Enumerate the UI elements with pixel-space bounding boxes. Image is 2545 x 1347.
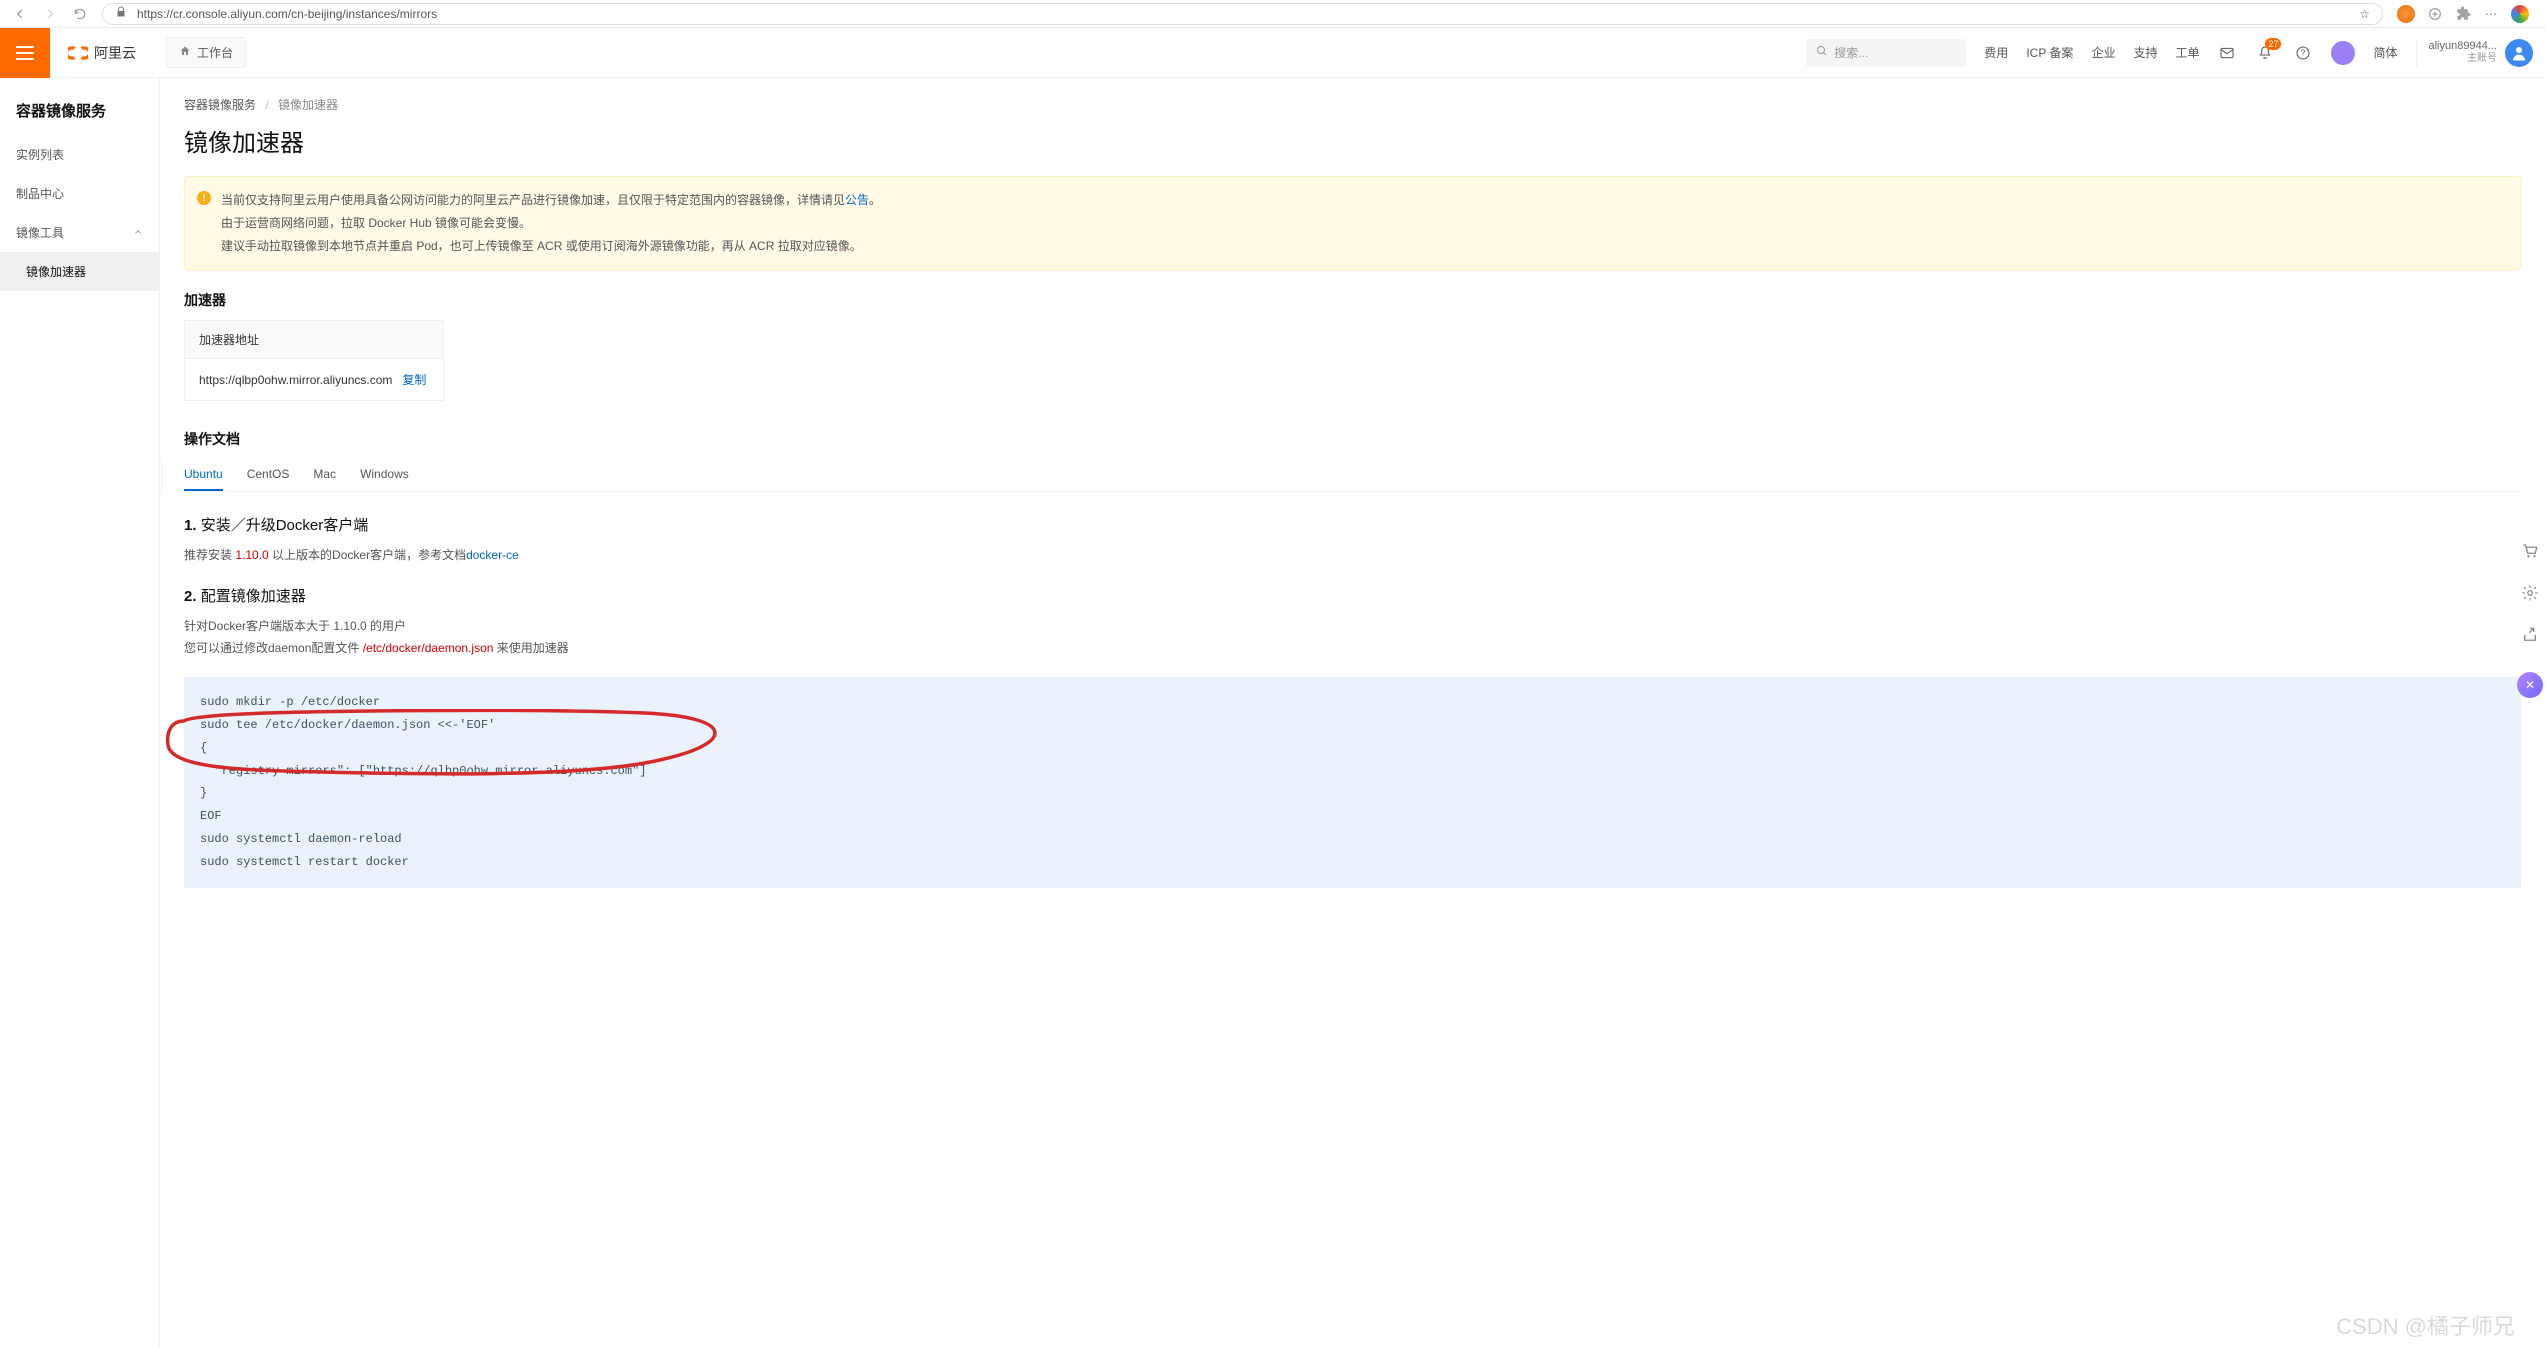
user-block[interactable]: aliyun89944... 主账号: [2416, 39, 2545, 67]
lang-switch[interactable]: 简体: [2373, 44, 2397, 61]
copy-button[interactable]: 复制: [402, 371, 426, 388]
os-tabs: Ubuntu CentOS Mac Windows: [184, 459, 2521, 492]
home-icon: [179, 45, 191, 60]
code-block[interactable]: sudo mkdir -p /etc/docker sudo tee /etc/…: [184, 677, 2521, 887]
workspace-label: 工作台: [197, 44, 233, 61]
app-avatar[interactable]: [2331, 41, 2355, 65]
hamburger-button[interactable]: [0, 28, 50, 78]
brand-text: 阿里云: [94, 43, 136, 63]
svg-text:?: ?: [2301, 48, 2306, 57]
ext-puzzle-icon[interactable]: [2455, 6, 2471, 22]
alert-notice-link[interactable]: 公告: [845, 193, 869, 207]
accel-addr-label: 加速器地址: [185, 321, 443, 359]
console-header: 阿里云 工作台 搜索... 费用 ICP 备案 企业 支持 工单 27 ? 简体…: [0, 28, 2545, 78]
tab-centos[interactable]: CentOS: [247, 459, 290, 491]
alert-box: ! 当前仅支持阿里云用户使用具备公网访问能力的阿里云产品进行镜像加速，且仅限于特…: [184, 176, 2521, 270]
kebab-icon[interactable]: ⋯: [2483, 6, 2499, 22]
header-search[interactable]: 搜索...: [1806, 39, 1966, 67]
chevron-up-icon: [133, 226, 143, 240]
alert-line1: 当前仅支持阿里云用户使用具备公网访问能力的阿里云产品进行镜像加速，且仅限于特定范…: [221, 189, 2504, 212]
user-name: aliyun89944...: [2429, 40, 2498, 53]
help-icon[interactable]: ?: [2293, 43, 2313, 63]
workspace-button[interactable]: 工作台: [166, 37, 246, 68]
main-content: 容器镜像服务 / 镜像加速器 镜像加速器 ! 当前仅支持阿里云用户使用具备公网访…: [160, 78, 2545, 1347]
ext-icon-1[interactable]: [2397, 5, 2415, 23]
gear-icon[interactable]: [2519, 582, 2541, 604]
sidebar: 容器镜像服务 实例列表 制品中心 镜像工具 镜像加速器: [0, 78, 160, 1347]
sidebar-item-tools[interactable]: 镜像工具: [0, 213, 159, 252]
bell-icon[interactable]: 27: [2255, 43, 2275, 63]
step1-text: 推荐安装 1.10.0 以上版本的Docker客户端，参考文档docker-ce: [184, 545, 2521, 567]
address-bar[interactable]: https://cr.console.aliyun.com/cn-beijing…: [102, 3, 2383, 25]
star-icon[interactable]: ☆: [2359, 7, 2370, 21]
notif-badge: 27: [2265, 38, 2281, 50]
brand-logo[interactable]: 阿里云: [50, 43, 154, 63]
accel-address-box: 加速器地址 https://qlbp0ohw.mirror.aliyuncs.c…: [184, 320, 444, 401]
alert-line3: 建议手动拉取镜像到本地节点并重启 Pod，也可上传镜像至 ACR 或使用订阅海外…: [221, 235, 2504, 258]
tab-mac[interactable]: Mac: [313, 459, 336, 491]
step2-text: 针对Docker客户端版本大于 1.10.0 的用户 您可以通过修改daemon…: [184, 616, 2521, 659]
user-avatar[interactable]: [2505, 39, 2533, 67]
share-icon[interactable]: [2519, 624, 2541, 646]
accel-addr-value: https://qlbp0ohw.mirror.aliyuncs.com: [199, 373, 392, 387]
hdr-link-ticket[interactable]: 工单: [2175, 44, 2199, 61]
ext-icon-2[interactable]: [2427, 6, 2443, 22]
dock-close-icon[interactable]: ✕: [2517, 672, 2543, 698]
breadcrumb: 容器镜像服务 / 镜像加速器: [184, 96, 2521, 113]
cart-icon[interactable]: [2519, 540, 2541, 562]
alert-line2: 由于运营商网络问题，拉取 Docker Hub 镜像可能会变慢。: [221, 212, 2504, 235]
step2-title: 2. 配置镜像加速器: [184, 585, 2521, 606]
sidebar-item-mirror-accel[interactable]: 镜像加速器: [0, 252, 159, 291]
forward-icon[interactable]: [42, 6, 58, 22]
refresh-icon[interactable]: [72, 6, 88, 22]
back-icon[interactable]: [12, 6, 28, 22]
step1-title: 1. 安装／升级Docker客户端: [184, 514, 2521, 535]
accel-title: 加速器: [184, 290, 2521, 310]
sidebar-item-instances[interactable]: 实例列表: [0, 135, 159, 174]
breadcrumb-root[interactable]: 容器镜像服务: [184, 98, 256, 112]
mail-icon[interactable]: [2217, 43, 2237, 63]
docs-title: 操作文档: [184, 429, 2521, 449]
sidebar-item-artifacts[interactable]: 制品中心: [0, 174, 159, 213]
user-sub: 主账号: [2429, 53, 2498, 65]
warning-icon: !: [197, 191, 211, 205]
sidebar-title: 容器镜像服务: [0, 84, 159, 135]
breadcrumb-current: 镜像加速器: [278, 98, 338, 112]
browser-toolbar: https://cr.console.aliyun.com/cn-beijing…: [0, 0, 2545, 28]
extensions-row: ⋯: [2397, 5, 2529, 23]
search-placeholder: 搜索...: [1834, 44, 1868, 61]
right-dock: ✕: [2517, 540, 2543, 698]
hdr-link-ent[interactable]: 企业: [2091, 44, 2115, 61]
docker-ce-link[interactable]: docker-ce: [466, 548, 519, 562]
page-title: 镜像加速器: [184, 123, 2521, 158]
url-text: https://cr.console.aliyun.com/cn-beijing…: [137, 7, 437, 21]
search-icon: [1816, 45, 1828, 60]
hdr-link-icp[interactable]: ICP 备案: [2026, 44, 2073, 61]
tab-ubuntu[interactable]: Ubuntu: [184, 459, 223, 491]
hdr-link-support[interactable]: 支持: [2133, 44, 2157, 61]
lock-icon: [115, 6, 127, 21]
header-links: 费用 ICP 备案 企业 支持 工单 27 ? 简体: [1966, 41, 2415, 65]
tab-windows[interactable]: Windows: [360, 459, 409, 491]
profile-icon[interactable]: [2511, 5, 2529, 23]
sidebar-collapse-handle[interactable]: [160, 458, 162, 496]
hdr-link-fee[interactable]: 费用: [1984, 44, 2008, 61]
